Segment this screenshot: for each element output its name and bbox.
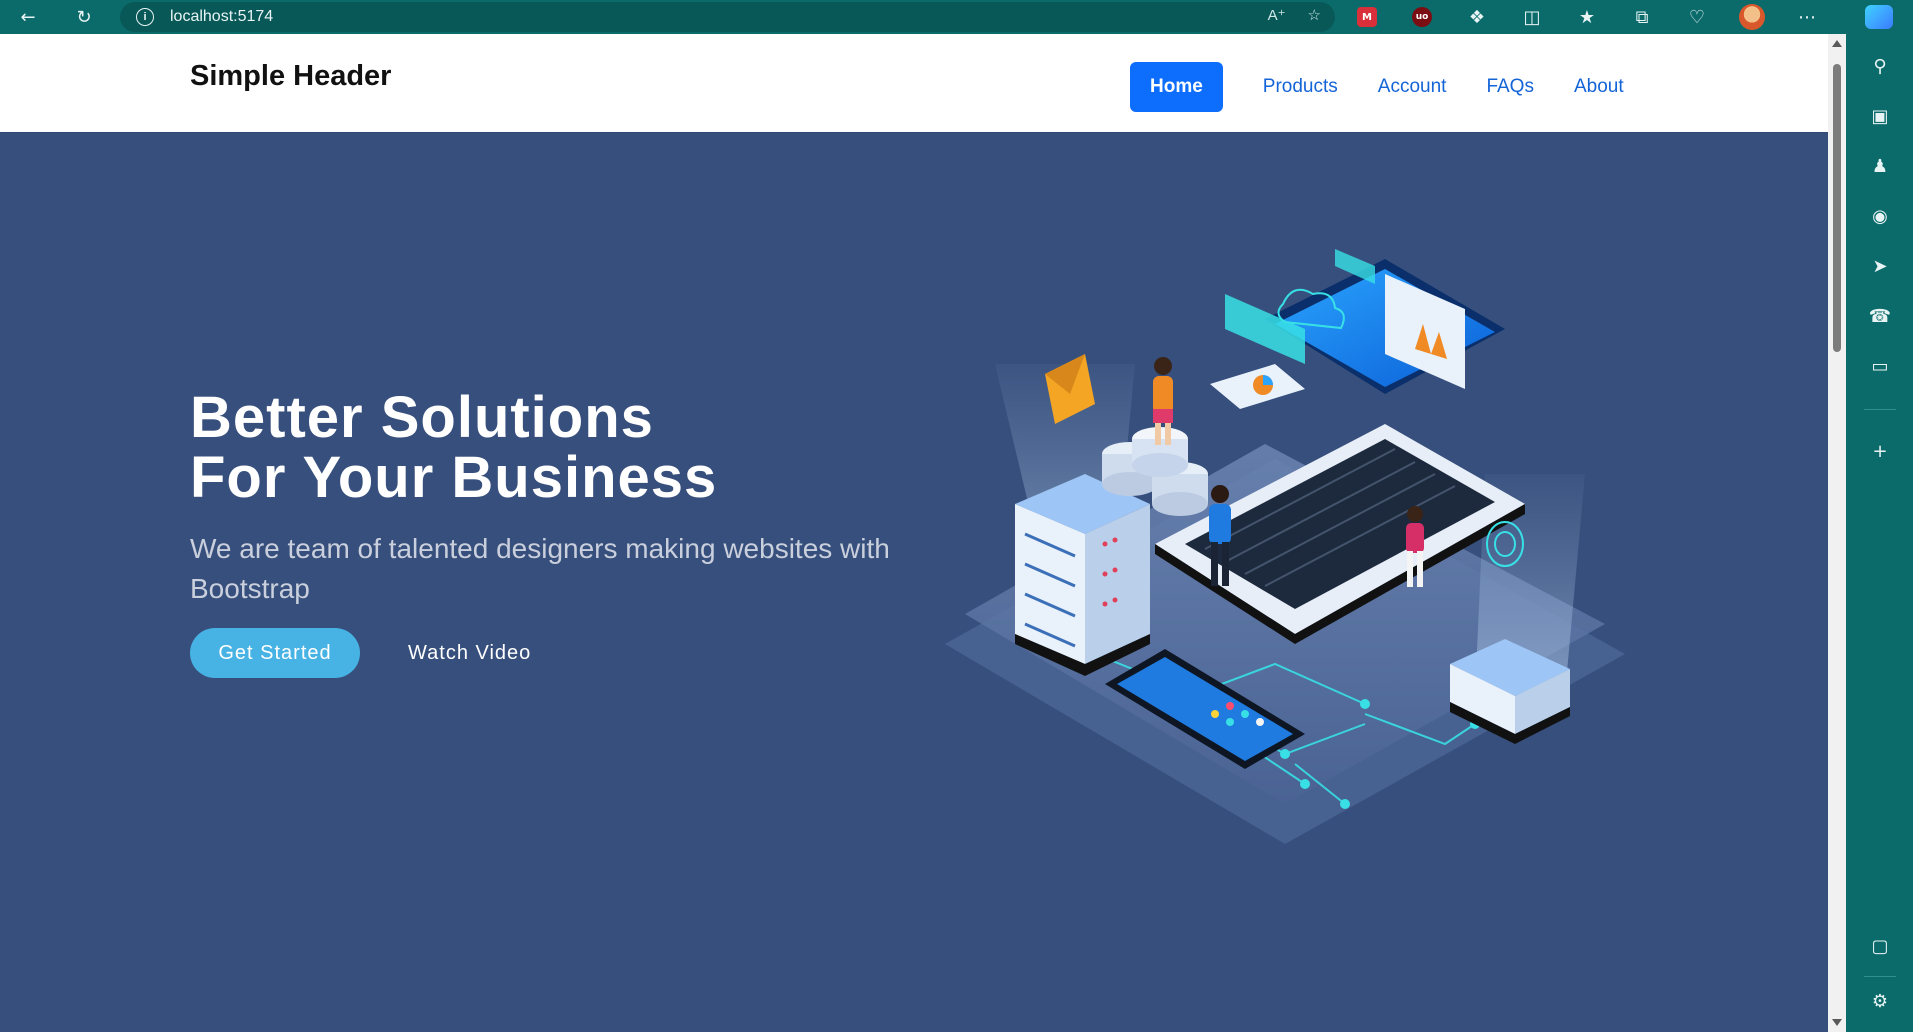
nav-products[interactable]: Products bbox=[1263, 76, 1338, 98]
nav-account[interactable]: Account bbox=[1378, 76, 1447, 98]
games-icon[interactable]: ♟ bbox=[1868, 154, 1892, 178]
sidebar-divider bbox=[1864, 409, 1896, 410]
settings-gear-icon[interactable]: ⚙ bbox=[1868, 989, 1892, 1013]
reload-icon[interactable]: ↻ bbox=[70, 3, 98, 31]
watch-video-button[interactable]: Watch Video bbox=[408, 628, 531, 678]
nav-home[interactable]: Home bbox=[1130, 62, 1223, 112]
whatsapp-icon[interactable]: ☎ bbox=[1868, 304, 1892, 328]
browser-sidebar: ⚲ ▣ ♟ ◉ ➤ ☎ ▭ + ▢ ⚙ bbox=[1846, 34, 1913, 1032]
browser-toolbar: ← ↻ i localhost:5174 A⁺ ☆ M uo ❖ ◫ ★ ⧉ ♡… bbox=[0, 0, 1913, 34]
site-header: Simple Header Home Products Account FAQs… bbox=[0, 34, 1828, 132]
ublock-icon[interactable]: uo bbox=[1407, 2, 1437, 32]
office-icon[interactable]: ◉ bbox=[1868, 204, 1892, 228]
browser-essentials-icon[interactable]: ♡ bbox=[1682, 2, 1712, 32]
brand-logo[interactable]: Simple Header bbox=[190, 60, 391, 93]
extension-red-icon[interactable]: M bbox=[1352, 2, 1382, 32]
favorites-icon[interactable]: ★ bbox=[1572, 2, 1602, 32]
send-icon[interactable]: ➤ bbox=[1868, 254, 1892, 278]
nav-faqs[interactable]: FAQs bbox=[1486, 76, 1534, 98]
hero-illustration bbox=[945, 249, 1625, 844]
favorite-star-icon[interactable]: ☆ bbox=[1308, 6, 1321, 24]
read-aloud-icon[interactable]: A⁺ bbox=[1268, 6, 1286, 24]
split-screen-icon[interactable]: ◫ bbox=[1517, 2, 1547, 32]
info-icon[interactable]: i bbox=[136, 8, 154, 26]
scroll-down-arrow-icon[interactable] bbox=[1832, 1019, 1842, 1026]
url-text: localhost:5174 bbox=[170, 8, 274, 25]
scroll-thumb[interactable] bbox=[1833, 64, 1841, 352]
hero-subtitle: We are team of talented designers making… bbox=[190, 533, 890, 604]
address-bar[interactable]: i localhost:5174 A⁺ ☆ bbox=[120, 2, 1335, 32]
add-icon[interactable]: + bbox=[1868, 439, 1892, 463]
nav-about[interactable]: About bbox=[1574, 76, 1624, 98]
screenshot-icon[interactable]: ▢ bbox=[1868, 934, 1892, 958]
collections-icon[interactable]: ⧉ bbox=[1627, 2, 1657, 32]
search-icon[interactable]: ⚲ bbox=[1868, 54, 1892, 78]
copilot-icon[interactable] bbox=[1865, 5, 1893, 29]
more-options-icon[interactable]: ⋯ bbox=[1792, 2, 1822, 32]
scroll-up-arrow-icon[interactable] bbox=[1832, 40, 1842, 47]
get-started-button[interactable]: Get Started bbox=[190, 628, 360, 678]
twitch-icon[interactable]: ▭ bbox=[1868, 354, 1892, 378]
main-nav: Home Products Account FAQs About bbox=[1130, 62, 1664, 112]
page-viewport: Simple Header Home Products Account FAQs… bbox=[0, 34, 1828, 1032]
page-scrollbar[interactable] bbox=[1828, 34, 1846, 1032]
hero-title-line2: For Your Business bbox=[190, 445, 718, 510]
tools-briefcase-icon[interactable]: ▣ bbox=[1868, 104, 1892, 128]
extensions-puzzle-icon[interactable]: ❖ bbox=[1462, 2, 1492, 32]
back-arrow-icon[interactable]: ← bbox=[14, 3, 42, 31]
profile-avatar[interactable] bbox=[1737, 2, 1767, 32]
hero-title: Better Solutions For Your Business bbox=[190, 388, 717, 508]
hero-title-line1: Better Solutions bbox=[190, 385, 654, 450]
sidebar-divider-bottom bbox=[1864, 976, 1896, 977]
